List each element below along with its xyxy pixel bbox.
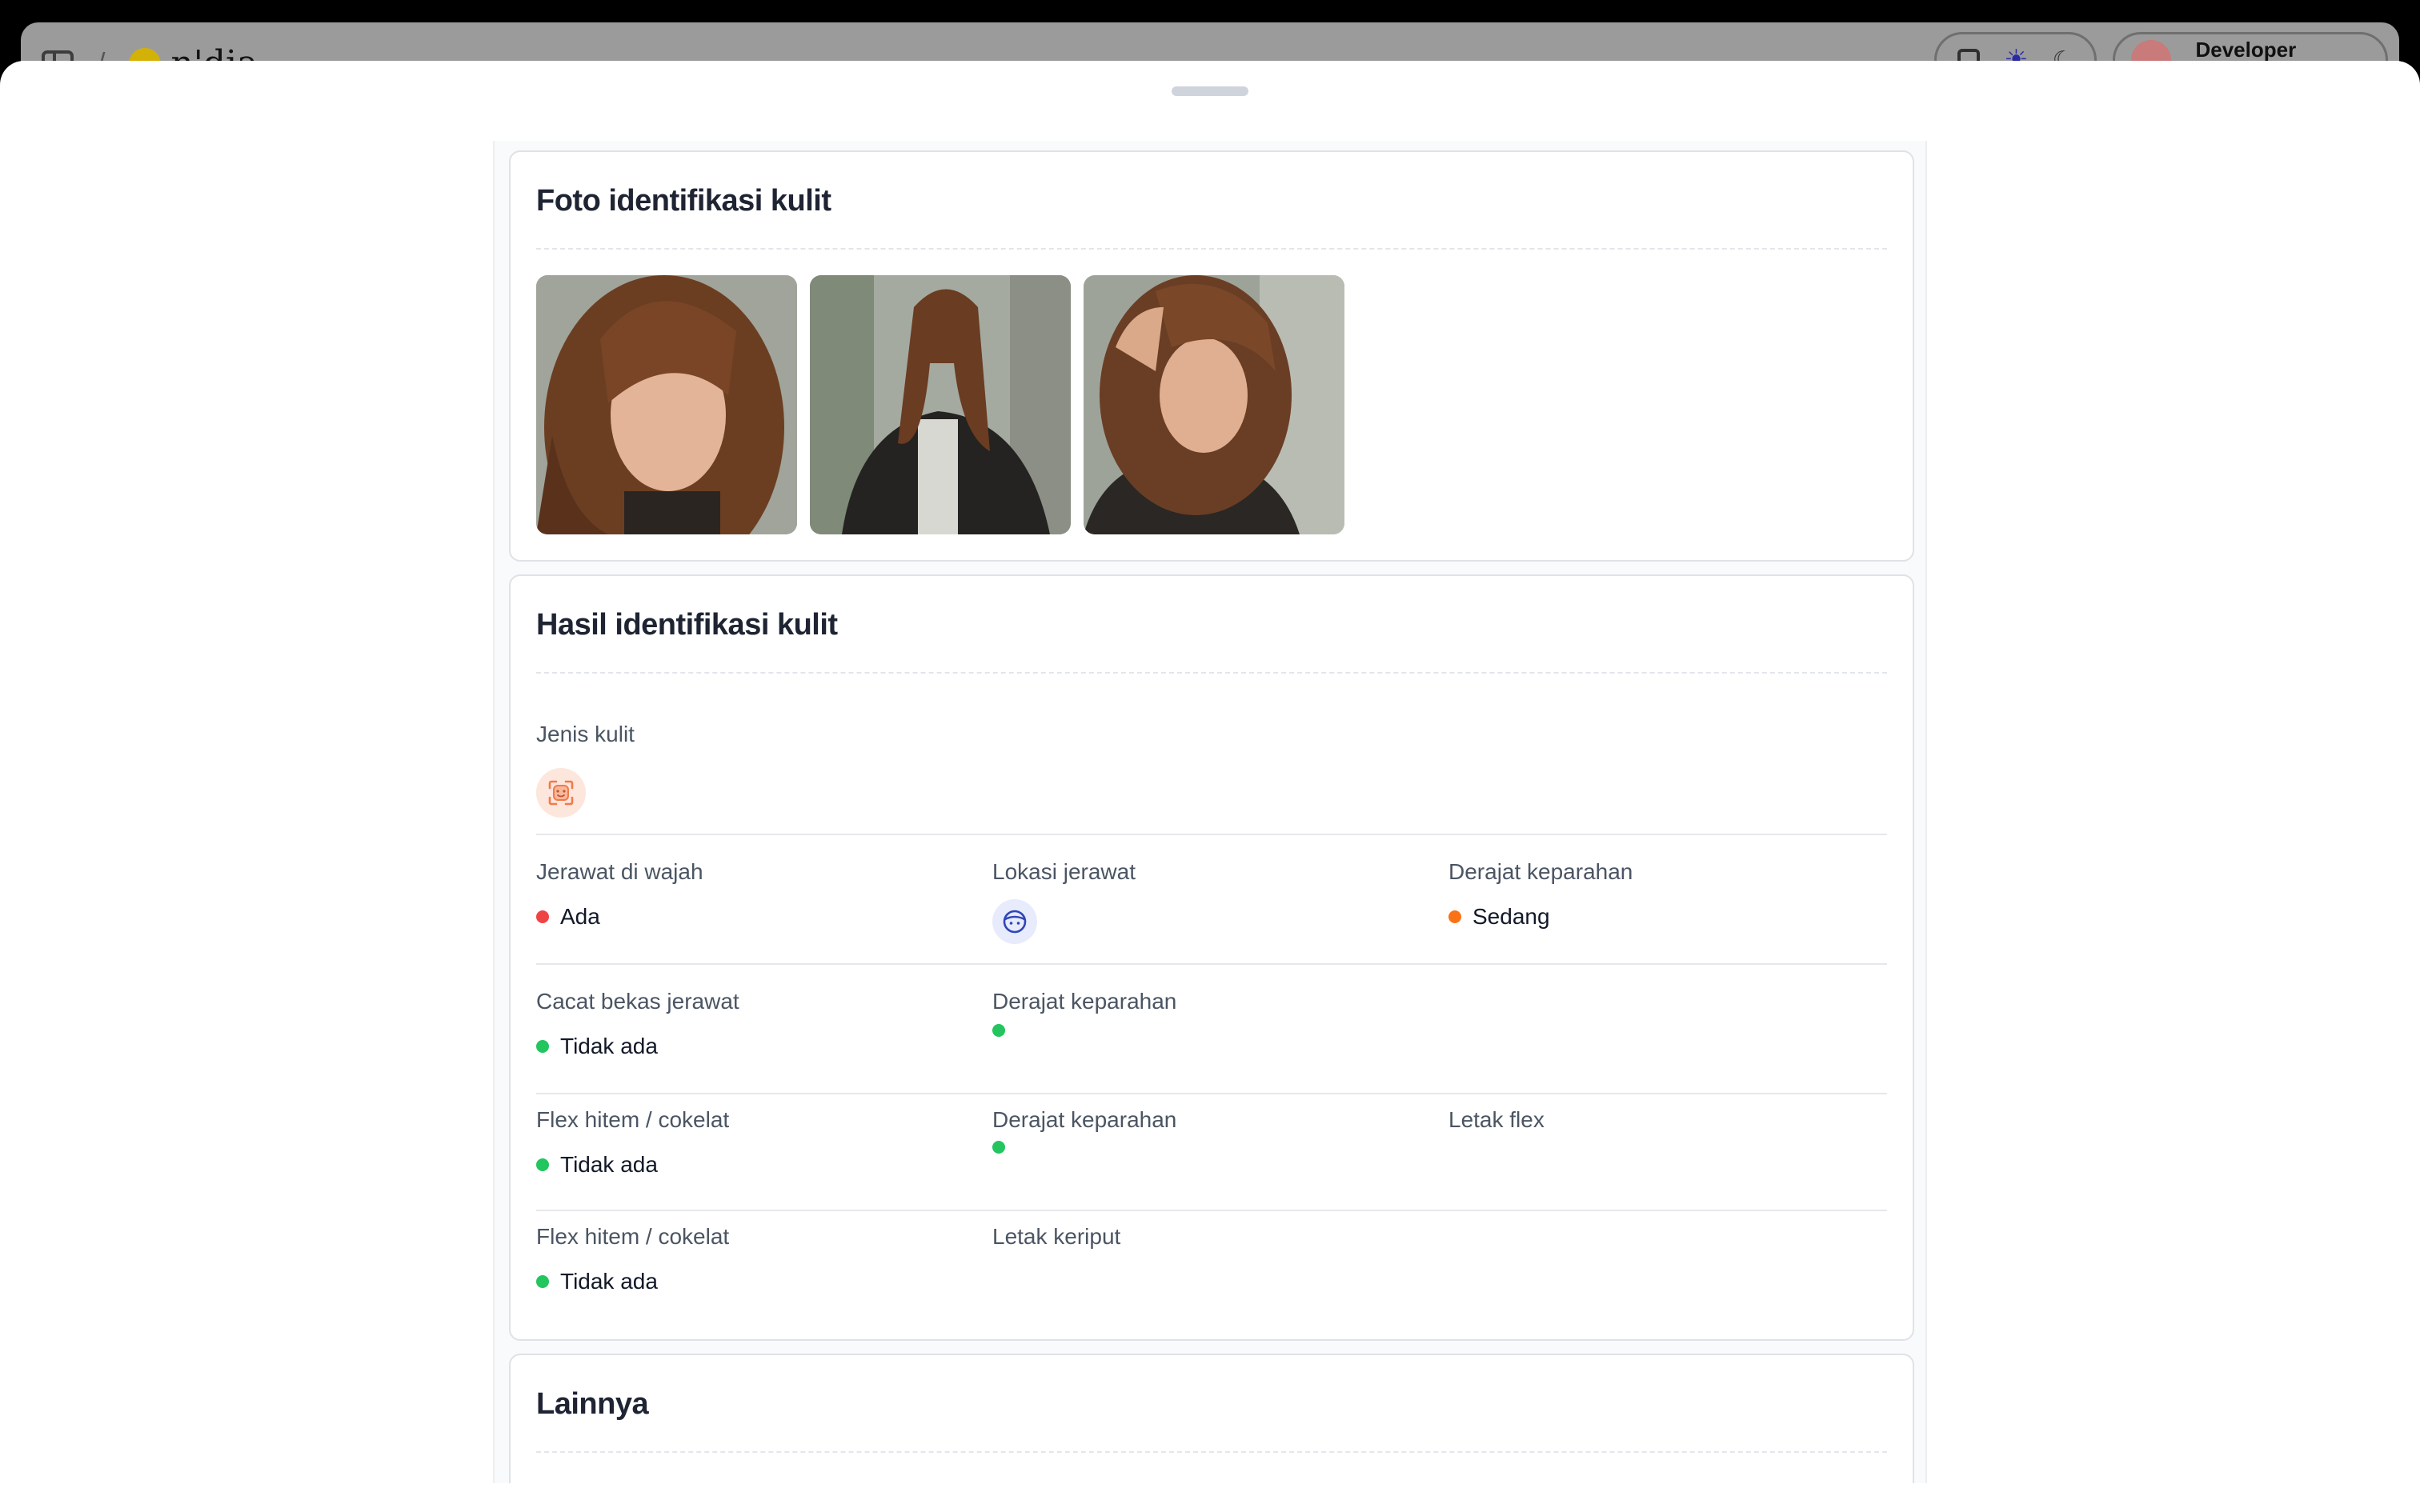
other-card: Lainnya	[509, 1354, 1914, 1483]
status-dot	[992, 1141, 1005, 1154]
status-dot	[1448, 910, 1461, 923]
user-name: Developer	[2195, 37, 2297, 62]
spots-severity-label: Derajat keparahan	[992, 1107, 1177, 1132]
acne-location-badge[interactable]	[992, 899, 1037, 944]
spots-label: Flex hitem / cokelat	[536, 1107, 730, 1132]
face-scan-icon	[548, 780, 574, 806]
acne-scar-value: Tidak ada	[536, 1034, 658, 1059]
photos-title: Foto identifikasi kulit	[536, 184, 831, 218]
other-title: Lainnya	[536, 1387, 649, 1421]
results-title: Hasil identifikasi kulit	[536, 608, 838, 642]
photo-image	[536, 275, 797, 534]
row-divider	[536, 1210, 1887, 1211]
sheet-content[interactable]: Foto identifikasi kulit Hasil identifika…	[493, 141, 1927, 1483]
spots-location-label: Letak flex	[1448, 1107, 1545, 1132]
acne-severity-label: Derajat keparahan	[1448, 859, 1633, 884]
skin-type-badge[interactable]	[536, 768, 586, 818]
bottom-sheet: Foto identifikasi kulit Hasil identifika…	[0, 61, 2420, 1512]
wrinkle-location-label: Letak keriput	[992, 1224, 1121, 1249]
acne-face-label: Jerawat di wajah	[536, 859, 703, 884]
spots-severity-value	[992, 1141, 1005, 1154]
acne-severity-value: Sedang	[1448, 904, 1550, 930]
status-dot	[536, 1275, 549, 1288]
spots-2-label: Flex hitem / cokelat	[536, 1224, 730, 1249]
results-card: Hasil identifikasi kulit Jenis kulit Jer…	[509, 574, 1914, 1341]
acne-scar-label: Cacat bekas jerawat	[536, 989, 739, 1014]
skin-type-label: Jenis kulit	[536, 722, 635, 746]
divider	[536, 248, 1887, 250]
row-divider	[536, 1093, 1887, 1094]
sheet-drag-handle[interactable]	[1172, 86, 1248, 96]
spots-2-value: Tidak ada	[536, 1269, 658, 1294]
status-dot	[536, 910, 549, 923]
status-dot	[992, 1024, 1005, 1037]
row-divider	[536, 834, 1887, 835]
photo-image	[1084, 275, 1344, 534]
skin-photo-3[interactable]	[1084, 275, 1344, 534]
photos-card: Foto identifikasi kulit	[509, 150, 1914, 562]
status-dot	[536, 1158, 549, 1171]
face-icon	[1003, 910, 1027, 934]
acne-scar-severity-value	[992, 1024, 1005, 1037]
photo-image	[810, 275, 1071, 534]
spots-value: Tidak ada	[536, 1152, 658, 1178]
acne-location-label: Lokasi jerawat	[992, 859, 1136, 884]
row-divider	[536, 963, 1887, 965]
divider	[536, 672, 1887, 674]
acne-scar-severity-label: Derajat keparahan	[992, 989, 1177, 1014]
status-dot	[536, 1040, 549, 1053]
skin-photo-1[interactable]	[536, 275, 797, 534]
skin-photo-2[interactable]	[810, 275, 1071, 534]
divider	[536, 1451, 1887, 1453]
acne-face-value: Ada	[536, 904, 600, 930]
